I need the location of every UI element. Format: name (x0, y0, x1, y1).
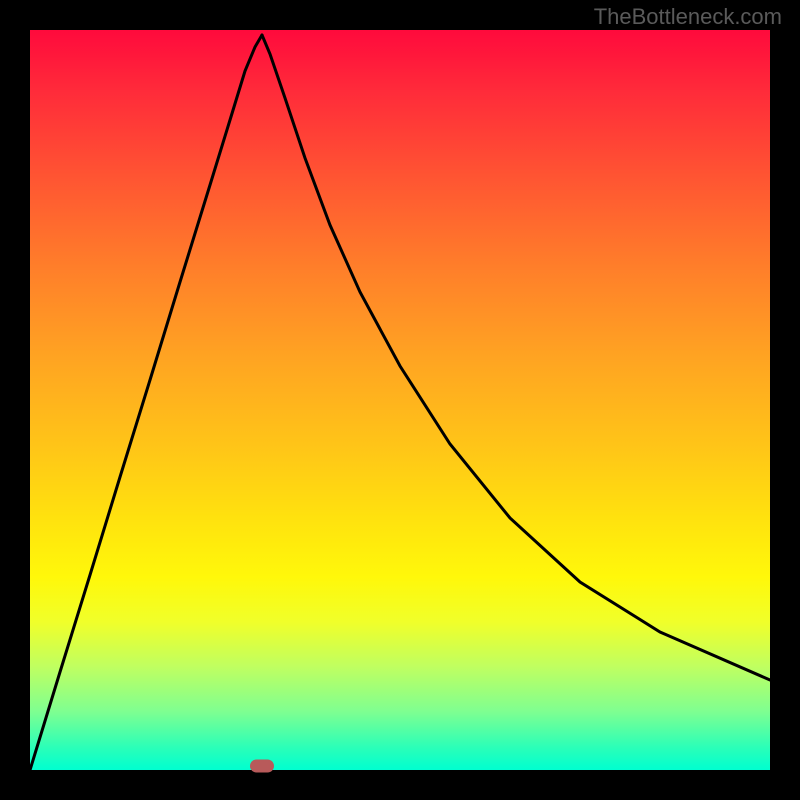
minimum-marker (250, 760, 274, 773)
chart-plot-area (30, 30, 770, 770)
curve-left-branch (30, 35, 262, 770)
curve-right-branch (262, 35, 770, 680)
watermark-text: TheBottleneck.com (594, 4, 782, 30)
chart-curve-svg (30, 30, 770, 770)
